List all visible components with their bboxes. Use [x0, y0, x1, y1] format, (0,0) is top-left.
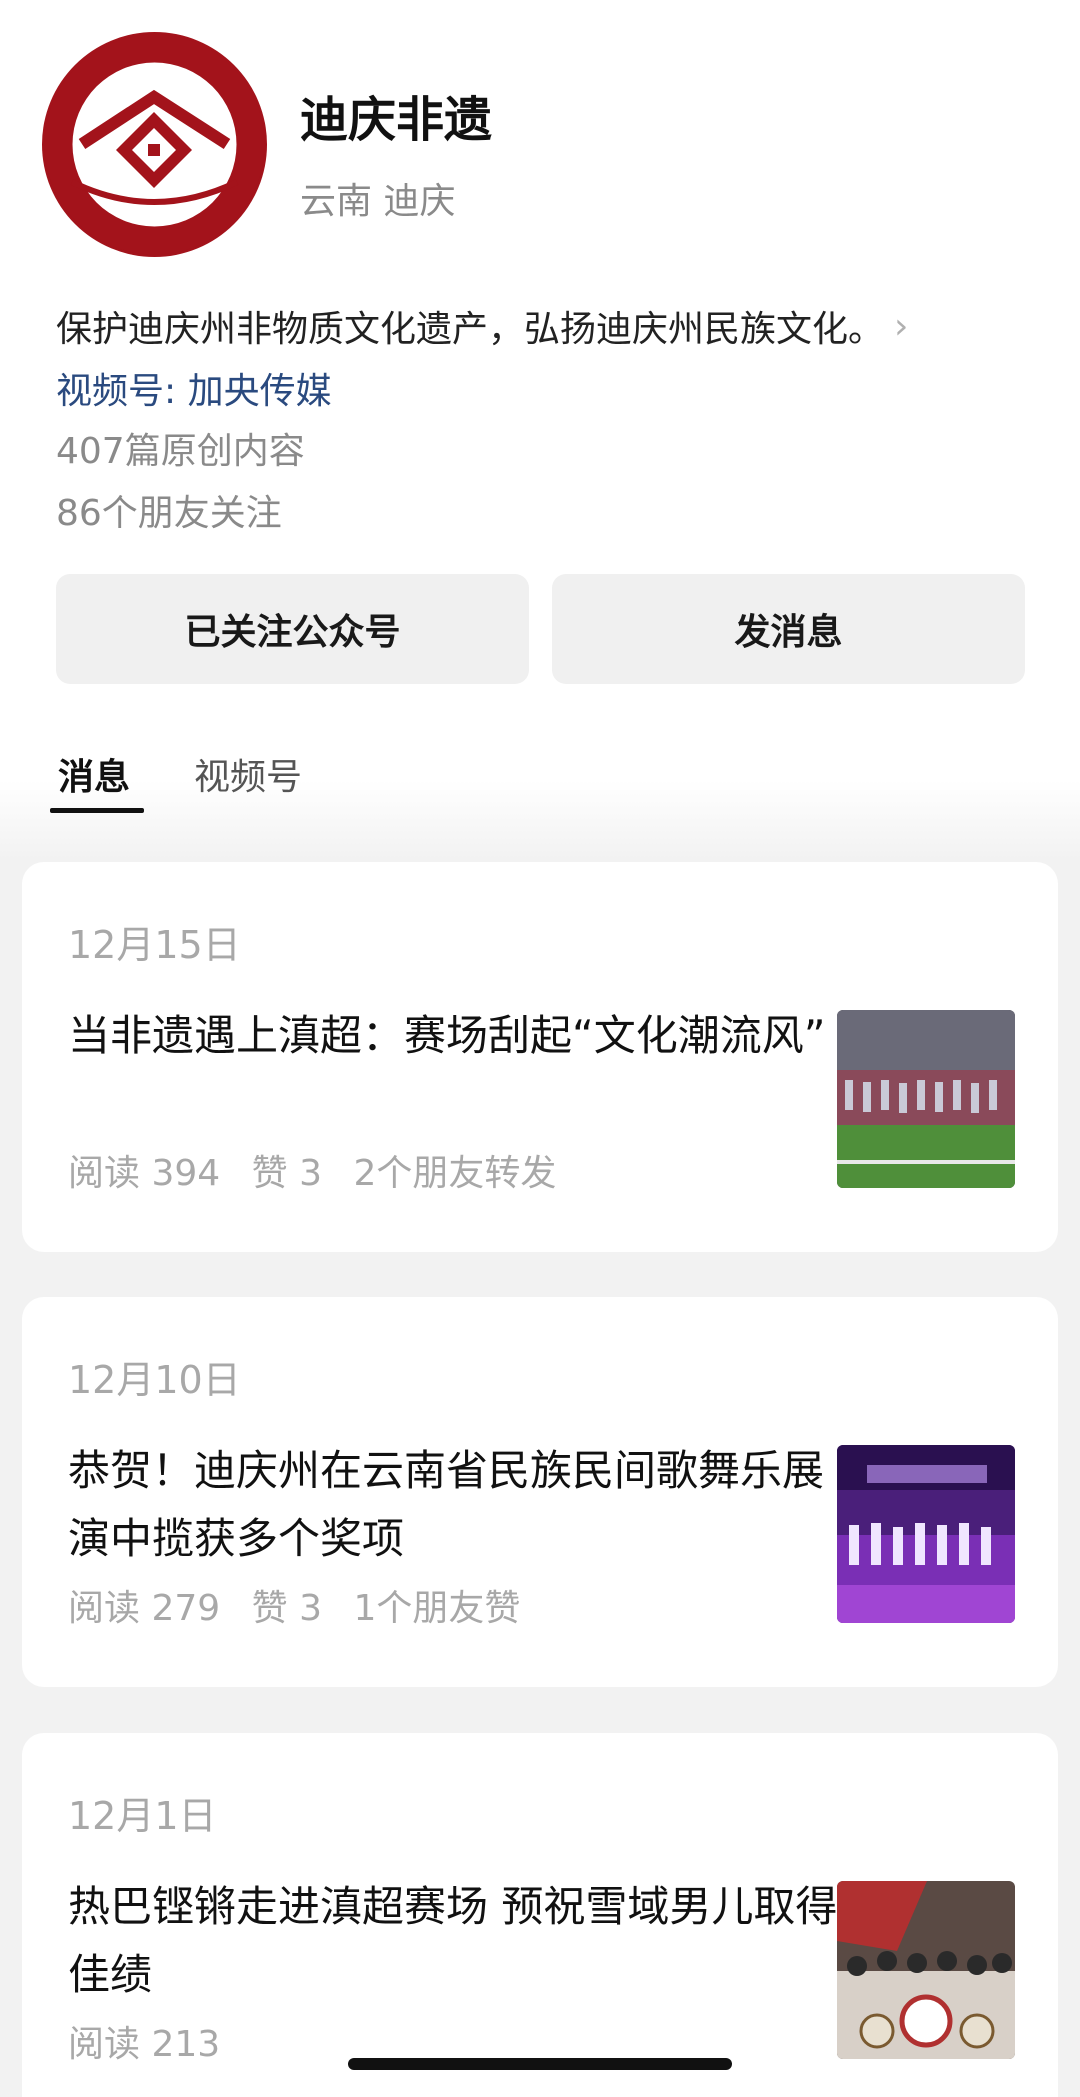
chevron-right-icon: ›: [894, 305, 909, 347]
article-card[interactable]: 12月10日 恭贺！迪庆州在云南省民族民间歌舞乐展演中揽获多个奖项 阅读 279…: [22, 1297, 1058, 1687]
article-date: 12月1日: [68, 1794, 217, 1838]
tab-video-channel[interactable]: 视频号: [194, 748, 302, 800]
account-description-row[interactable]: 保护迪庆州非物质文化遗产，弘扬迪庆州民族文化。 ›: [56, 300, 1056, 352]
article-meta: 阅读 213: [68, 2015, 240, 2067]
like-count: 赞 3: [251, 1153, 322, 1194]
article-card[interactable]: 12月1日 热巴铿锵走进滇超赛场 预祝雪域男儿取得佳绩 阅读 213: [22, 1733, 1058, 2097]
friend-activity: 1个朋友赞: [353, 1588, 521, 1629]
article-date: 12月10日: [68, 1358, 241, 1402]
heritage-logo-icon[interactable]: [42, 32, 267, 257]
read-count: 阅读 213: [68, 2024, 221, 2065]
account-profile-page: 迪庆非遗 云南 迪庆 保护迪庆州非物质文化遗产，弘扬迪庆州民族文化。 › 视频号…: [0, 0, 1080, 2097]
article-title[interactable]: 热巴铿锵走进滇超赛场 预祝雪域男儿取得佳绩: [68, 1873, 838, 2009]
article-date: 12月15日: [68, 923, 241, 967]
article-title[interactable]: 恭贺！迪庆州在云南省民族民间歌舞乐展演中揽获多个奖项: [68, 1437, 838, 1573]
article-card[interactable]: 12月15日 当非遗遇上滇超：赛场刮起“文化潮流风” 阅读 394 赞 3 2个…: [22, 862, 1058, 1252]
profile-header: 迪庆非遗 云南 迪庆 保护迪庆州非物质文化遗产，弘扬迪庆州民族文化。 › 视频号…: [0, 0, 1080, 860]
article-meta: 阅读 394 赞 3 2个朋友转发: [68, 1144, 576, 1196]
article-title[interactable]: 当非遗遇上滇超：赛场刮起“文化潮流风”: [68, 1002, 838, 1070]
followed-button[interactable]: 已关注公众号: [56, 574, 529, 684]
team-group-thumbnail-icon[interactable]: [837, 1881, 1015, 2059]
tab-messages[interactable]: 消息: [58, 748, 130, 800]
original-content-count[interactable]: 407篇原创内容: [56, 422, 305, 474]
stage-performance-thumbnail-icon[interactable]: [837, 1445, 1015, 1623]
article-meta: 阅读 279 赞 3 1个朋友赞: [68, 1579, 540, 1631]
like-count: 赞 3: [251, 1588, 322, 1629]
stadium-crowd-thumbnail-icon[interactable]: [837, 1010, 1015, 1188]
account-description: 保护迪庆州非物质文化遗产，弘扬迪庆州民族文化。: [56, 309, 885, 350]
account-name: 迪庆非遗: [300, 92, 493, 148]
friends-following-count[interactable]: 86个朋友关注: [56, 484, 282, 536]
friend-activity: 2个朋友转发: [353, 1153, 557, 1194]
account-location: 云南 迪庆: [300, 181, 456, 222]
active-tab-indicator: [50, 808, 144, 813]
read-count: 阅读 279: [68, 1588, 221, 1629]
video-channel-link[interactable]: 视频号: 加央传媒: [56, 362, 332, 414]
read-count: 阅读 394: [68, 1153, 221, 1194]
home-indicator[interactable]: [348, 2058, 732, 2070]
send-message-button[interactable]: 发消息: [552, 574, 1025, 684]
